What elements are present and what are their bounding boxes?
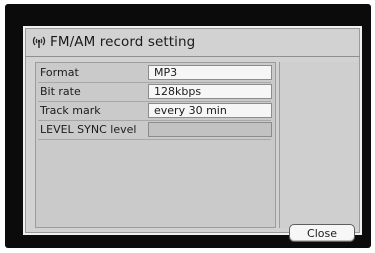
setting-label: Format: [40, 66, 79, 79]
setting-row-format[interactable]: Format MP3: [38, 65, 272, 83]
settings-list: Format MP3 Bit rate 128kbps Track mark e…: [35, 62, 276, 228]
device-screen: FM/AM record setting Format MP3 Bit rate…: [5, 4, 371, 248]
setting-label: Bit rate: [40, 85, 81, 98]
dialog-titlebar: FM/AM record setting: [25, 28, 360, 57]
dialog-title: FM/AM record setting: [50, 34, 196, 50]
setting-row-level-sync[interactable]: LEVEL SYNC level: [38, 122, 272, 140]
setting-value-field[interactable]: MP3: [148, 65, 272, 80]
setting-row-bit-rate[interactable]: Bit rate 128kbps: [38, 84, 272, 102]
close-button[interactable]: Close: [289, 224, 355, 242]
setting-value-field[interactable]: every 30 min: [148, 103, 272, 118]
setting-label: Track mark: [40, 104, 101, 117]
antenna-icon: [32, 36, 46, 48]
setting-value-field[interactable]: 128kbps: [148, 84, 272, 99]
record-setting-dialog: FM/AM record setting Format MP3 Bit rate…: [23, 26, 362, 242]
setting-row-track-mark[interactable]: Track mark every 30 min: [38, 103, 272, 121]
setting-value-field[interactable]: [148, 122, 272, 137]
setting-label: LEVEL SYNC level: [40, 123, 137, 136]
side-pane: [279, 62, 359, 228]
